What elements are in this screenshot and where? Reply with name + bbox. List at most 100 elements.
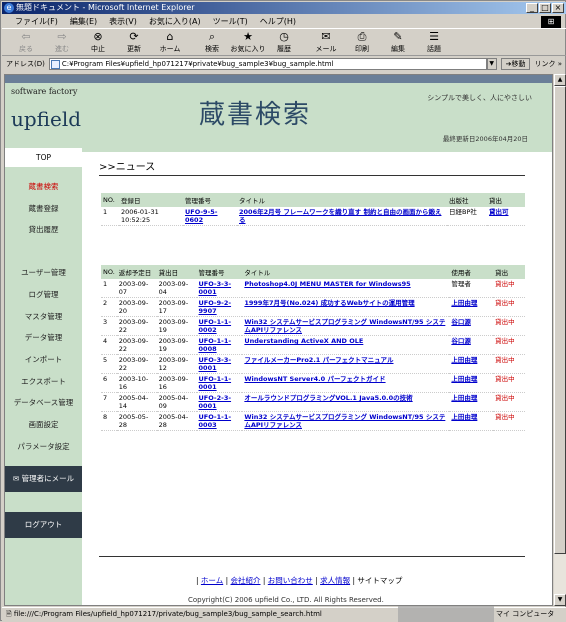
mail-admin-button[interactable]: ✉ 管理者にメール [5, 466, 82, 492]
title-link[interactable]: オールラウンドプログラミングVOL.1 Java5.0.0の技術 [244, 394, 412, 402]
title-link[interactable]: Win32 システムサービスプログラミング WindowsNT/95 システムA… [244, 413, 445, 429]
title-link[interactable]: ファイルメーカーPro2.1 パーフェクトマニュアル [244, 356, 393, 364]
user-link[interactable]: 上田由理 [451, 356, 477, 364]
nav-item-export[interactable]: エクスポート [5, 376, 82, 387]
user-link[interactable]: 上田由理 [451, 375, 477, 383]
nav-item-book-register[interactable]: 蔵書登録 [5, 203, 82, 214]
back-button[interactable]: ⇦ 戻る [8, 30, 44, 56]
favorites-button[interactable]: ★ お気に入り [230, 30, 266, 56]
menu-view[interactable]: 表示(V) [104, 15, 142, 29]
menu-favorites[interactable]: お気に入り(A) [144, 15, 206, 29]
table-row: 5 2003-09-22 2003-09-12 UFO-3-3-0001 ファイルメーカ… [101, 354, 525, 374]
discuss-button[interactable]: ☰ 話題 [416, 30, 452, 56]
mgmt-number-link[interactable]: UFO-3-3-0001 [199, 280, 232, 296]
nav-item-screen-settings[interactable]: 画面設定 [5, 419, 82, 430]
table-cell: UFO-3-3-0001 [196, 354, 243, 374]
table-cell: 2003-09-17 [156, 297, 197, 317]
title-link[interactable]: 1999年7月号(No.024) 成功するWebサイトの運用管理 [244, 299, 414, 307]
maximize-button[interactable]: □ [539, 3, 551, 13]
user-link[interactable]: 谷口源 [451, 318, 471, 326]
nav-item-parameter-settings[interactable]: パラメータ設定 [5, 441, 82, 452]
user-link[interactable]: 上田由理 [451, 413, 477, 421]
table-row: 6 2003-10-16 2003-09-16 UFO-1-1-0001 Windows… [101, 373, 525, 393]
footer-link-contact[interactable]: お問い合わせ [268, 576, 313, 585]
minimize-button[interactable]: _ [526, 3, 538, 13]
nav-item-import[interactable]: インポート [5, 354, 82, 365]
table-cell: ファイルメーカーPro2.1 パーフェクトマニュアル [242, 354, 450, 374]
user-link[interactable]: 谷口源 [451, 337, 471, 345]
table-cell: 1999年7月号(No.024) 成功するWebサイトの運用管理 [242, 297, 450, 317]
footer-link-company[interactable]: 会社紹介 [231, 576, 261, 585]
mgmt-number-link[interactable]: UFO-1-1-0002 [199, 318, 232, 334]
edit-button[interactable]: ✎ 編集 [380, 30, 416, 56]
scroll-thumb[interactable] [554, 86, 566, 554]
address-input[interactable]: C:¥Program Files¥upfield_hp071217¥privat… [48, 58, 487, 70]
refresh-button[interactable]: ⟳ 更新 [116, 30, 152, 56]
title-bar: e 無題ドキュメント - Microsoft Internet Explorer… [2, 2, 566, 14]
table-cell: 2003-09-20 [116, 297, 157, 317]
menu-file[interactable]: ファイル(F) [10, 15, 63, 29]
news-table: NO. 登録日 管理番号 タイトル 出版社 貸出 1 2006-01-31 10:52:25… [101, 193, 525, 226]
menu-edit[interactable]: 編集(E) [65, 15, 102, 29]
nav-item-loan-history[interactable]: 貸出履歴 [5, 224, 82, 235]
table-cell: 2003-09-22 [116, 316, 157, 336]
home-button[interactable]: ⌂ ホーム [152, 30, 188, 56]
table-cell: 上田由理 [449, 297, 494, 317]
table-cell: 8 [101, 411, 117, 431]
print-button[interactable]: ⎙ 印刷 [344, 30, 380, 56]
go-button[interactable]: ➔移動 [500, 58, 531, 70]
page-icon-small: 🗎 [6, 610, 14, 618]
user-link[interactable]: 上田由理 [451, 394, 477, 402]
copyright: Copyright(C) 2006 upfield Co., LTD. All … [188, 596, 384, 604]
loan-status-link[interactable]: 貸出可 [489, 208, 509, 216]
mgmt-number-link[interactable]: UFO-1-1-0008 [199, 337, 232, 353]
column-header: 管理番号 [196, 265, 243, 279]
column-header: 出版社 [447, 193, 487, 207]
status-url: file:///C:/Program Files/upfield_hp07121… [13, 610, 322, 618]
menu-tools[interactable]: ツール(T) [208, 15, 253, 29]
nav-item-log-admin[interactable]: ログ管理 [5, 289, 82, 300]
column-header: 使用者 [449, 265, 494, 279]
address-dropdown[interactable]: ▼ [486, 58, 497, 70]
mgmt-number-link[interactable]: UFO-9-5-0602 [185, 208, 218, 224]
mgmt-number-link[interactable]: UFO-1-1-0003 [199, 413, 232, 429]
loan-status: 貸出中 [495, 413, 515, 421]
title-link[interactable]: Photoshop4.0J MENU MASTER for Windows95 [244, 280, 410, 288]
title-link[interactable]: 2006年2月号 フレームワークを織り直す 制約と自由の画面から鍛える [239, 208, 441, 224]
history-button[interactable]: ◷ 履歴 [266, 30, 302, 56]
title-link[interactable]: Win32 システムサービスプログラミング WindowsNT/95 システムA… [244, 318, 445, 334]
stop-button[interactable]: ⊗ 中止 [80, 30, 116, 56]
site-logo[interactable]: upfield [11, 107, 81, 131]
scroll-down-icon[interactable]: ▼ [554, 594, 566, 606]
nav-item-master-admin[interactable]: マスタ管理 [5, 311, 82, 322]
footer-link-recruit[interactable]: 求人情報 [320, 576, 350, 585]
column-header: 貸出 [493, 265, 525, 279]
mgmt-number-link[interactable]: UFO-9-2-9907 [199, 299, 232, 315]
nav-item-user-admin[interactable]: ユーザー管理 [5, 267, 82, 278]
nav-item-database-admin[interactable]: データベース管理 [5, 397, 82, 408]
footer-link-sitemap[interactable]: サイトマップ [357, 576, 402, 585]
mgmt-number-link[interactable]: UFO-2-3-0001 [199, 394, 232, 410]
mail-button[interactable]: ✉ メール [308, 30, 344, 56]
scroll-up-icon[interactable]: ▲ [554, 74, 566, 86]
links-button[interactable]: リンク » [530, 59, 566, 69]
user-link[interactable]: 上田由理 [451, 299, 477, 307]
forward-button[interactable]: ⇨ 進む [44, 30, 80, 56]
vertical-scrollbar[interactable]: ▲ ▼ [554, 74, 566, 606]
mgmt-number-link[interactable]: UFO-3-3-0001 [199, 356, 232, 372]
nav-item-data-admin[interactable]: データ管理 [5, 332, 82, 343]
table-cell: 2003-09-04 [156, 279, 197, 298]
search-button[interactable]: ⌕ 検索 [194, 30, 230, 56]
table-cell: Understanding ActiveX AND OLE [242, 335, 450, 355]
status-progress-icons [398, 606, 494, 622]
nav-top[interactable]: TOP [5, 148, 82, 167]
title-link[interactable]: Understanding ActiveX AND OLE [244, 337, 363, 345]
logout-button[interactable]: ログアウト [5, 512, 82, 538]
title-link[interactable]: WindowsNT Server4.0 パーフェクトガイド [244, 375, 385, 383]
nav-item-book-search[interactable]: 蔵書検索 [5, 181, 82, 192]
close-button[interactable]: × [552, 3, 564, 13]
mgmt-number-link[interactable]: UFO-1-1-0001 [199, 375, 232, 391]
menu-help[interactable]: ヘルプ(H) [255, 15, 301, 29]
loan-status: 貸出中 [495, 394, 515, 402]
footer-link-home[interactable]: ホーム [201, 576, 223, 585]
